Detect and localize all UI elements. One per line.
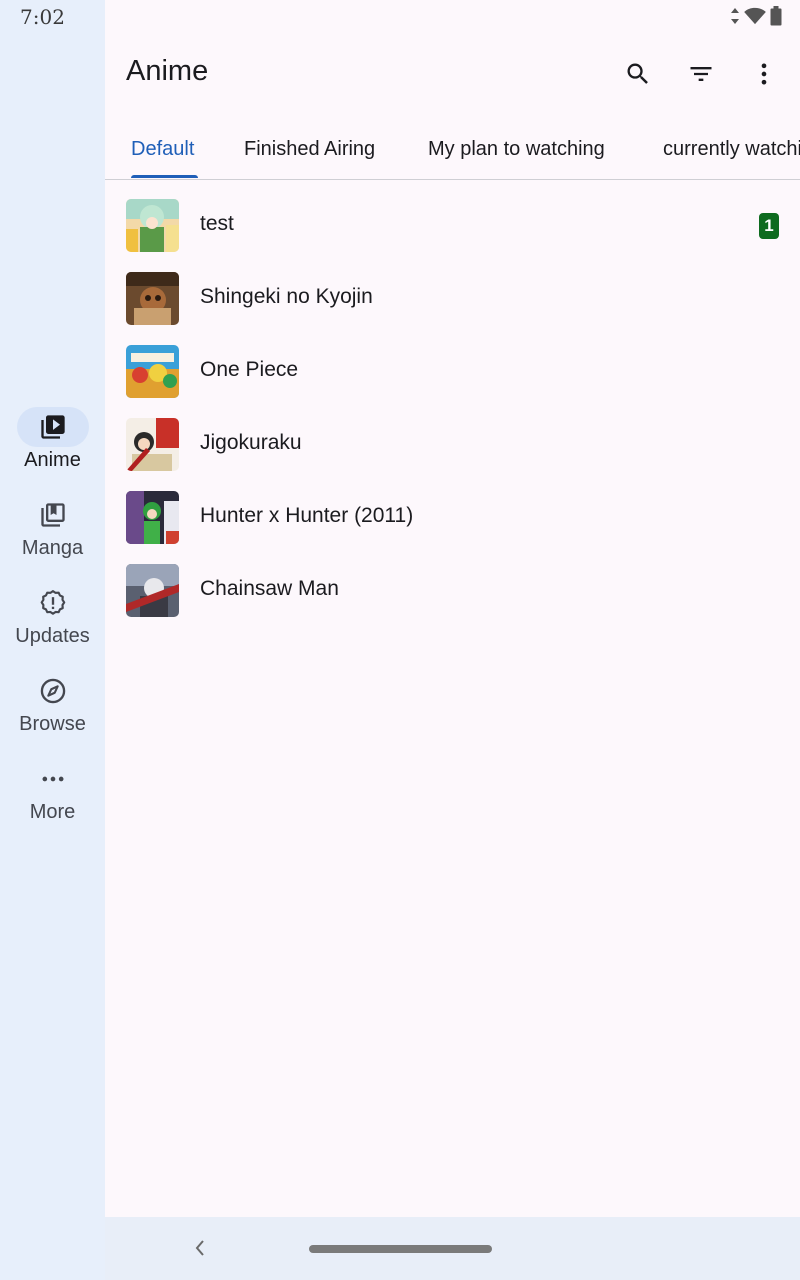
tab-default[interactable]: Default bbox=[131, 120, 194, 179]
library-item-title: test bbox=[200, 212, 234, 235]
library-item[interactable]: One Piece bbox=[105, 335, 800, 408]
cover-thumbnail bbox=[126, 491, 179, 544]
rail-item-label: Browse bbox=[19, 713, 86, 735]
unseen-count-badge: 1 bbox=[759, 213, 779, 239]
wifi-icon bbox=[744, 7, 766, 25]
cover-thumbnail bbox=[126, 272, 179, 325]
tab-currently-watching[interactable]: currently watching bbox=[663, 120, 800, 179]
cover-thumbnail bbox=[126, 564, 179, 617]
library-item[interactable]: Chainsaw Man bbox=[105, 554, 800, 627]
book-library-icon bbox=[40, 503, 65, 527]
alert-badge-icon bbox=[40, 590, 65, 615]
more-vertical-icon bbox=[761, 63, 767, 85]
rail-item-browse[interactable]: Browse bbox=[0, 671, 105, 736]
library-item-title: Chainsaw Man bbox=[200, 577, 339, 600]
rail-item-label: Updates bbox=[15, 625, 90, 647]
active-tab-indicator bbox=[131, 175, 198, 178]
cover-thumbnail bbox=[126, 345, 179, 398]
main-content: Anime Default Finished Airing My plan to… bbox=[105, 0, 800, 1217]
rail-item-label: Manga bbox=[21, 537, 84, 559]
search-button[interactable] bbox=[618, 54, 658, 94]
library-item-title: Hunter x Hunter (2011) bbox=[200, 504, 414, 527]
library-item[interactable]: Hunter x Hunter (2011) bbox=[105, 481, 800, 554]
search-icon bbox=[627, 63, 648, 84]
overflow-menu-button[interactable] bbox=[744, 54, 784, 94]
status-time: 7:02 bbox=[20, 5, 65, 29]
more-horizontal-icon bbox=[42, 776, 63, 782]
cover-thumbnail bbox=[126, 199, 179, 252]
back-chevron-icon[interactable] bbox=[193, 1238, 207, 1258]
page-title: Anime bbox=[126, 55, 209, 87]
library-item[interactable]: test 1 bbox=[105, 189, 800, 262]
library-item[interactable]: Shingeki no Kyojin bbox=[105, 262, 800, 335]
tab-plan-to-watch[interactable]: My plan to watching bbox=[428, 120, 605, 179]
navigation-rail: 7:02 Anime Manga Updates Browse More bbox=[0, 0, 105, 1280]
battery-icon bbox=[770, 6, 782, 26]
library-item-title: Jigokuraku bbox=[200, 431, 302, 454]
data-arrows-icon bbox=[731, 8, 739, 24]
library-list: test 1 Shingeki no Kyojin One Piece Jigo… bbox=[105, 189, 800, 627]
play-library-icon bbox=[40, 415, 65, 439]
system-navigation-bar bbox=[105, 1217, 800, 1280]
rail-item-updates[interactable]: Updates bbox=[0, 583, 105, 648]
tab-finished-airing[interactable]: Finished Airing bbox=[244, 120, 375, 179]
library-item[interactable]: Jigokuraku bbox=[105, 408, 800, 481]
filter-icon bbox=[690, 67, 712, 81]
rail-item-label: Anime bbox=[24, 449, 81, 471]
rail-item-more[interactable]: More bbox=[0, 759, 105, 824]
home-gesture-bar[interactable] bbox=[309, 1245, 492, 1253]
rail-item-anime[interactable]: Anime bbox=[0, 407, 105, 472]
library-item-title: One Piece bbox=[200, 358, 299, 381]
filter-button[interactable] bbox=[681, 54, 721, 94]
status-icons bbox=[730, 6, 782, 26]
library-item-title: Shingeki no Kyojin bbox=[200, 285, 373, 308]
category-tabs: Default Finished Airing My plan to watch… bbox=[105, 120, 800, 180]
rail-item-label: More bbox=[29, 801, 76, 823]
cover-thumbnail bbox=[126, 418, 179, 471]
compass-icon bbox=[40, 678, 65, 704]
rail-item-manga[interactable]: Manga bbox=[0, 495, 105, 560]
